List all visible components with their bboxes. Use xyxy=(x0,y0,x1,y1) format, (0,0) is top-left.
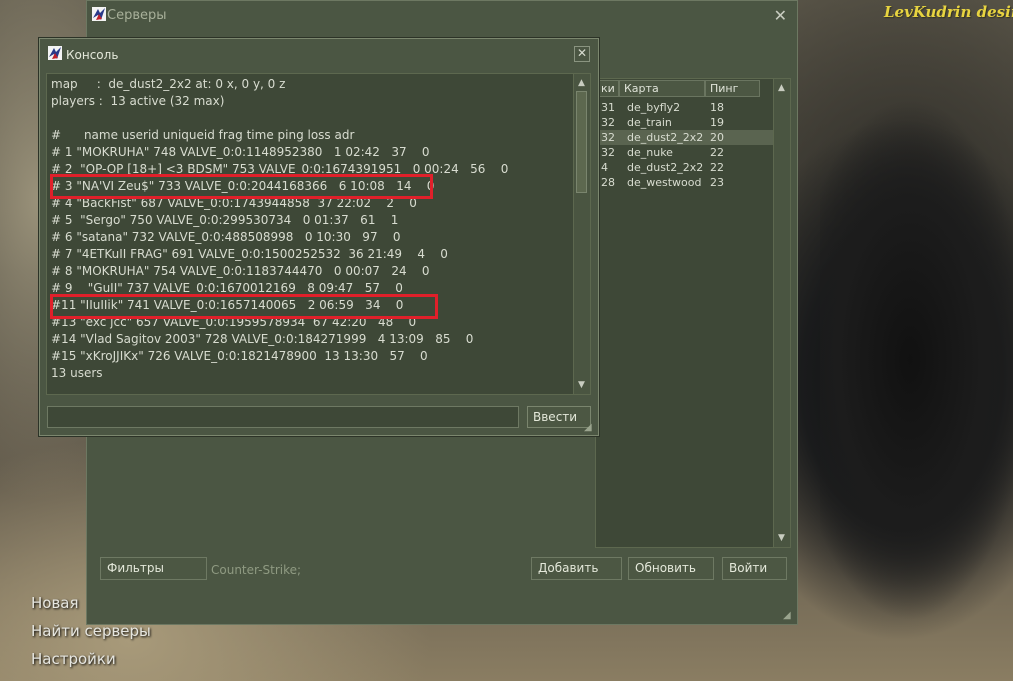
server-row[interactable]: 32 de_dust2_2x2 20 xyxy=(596,130,774,145)
console-window: Консоль ✕ map : de_dust2_2x2 at: 0 x, 0 … xyxy=(39,38,599,436)
scroll-down-icon[interactable]: ▼ xyxy=(776,532,787,544)
server-row[interactable]: 31 de_byfly2 18 xyxy=(596,100,774,115)
scroll-up-icon[interactable]: ▲ xyxy=(776,82,787,94)
server-map: de_nuke xyxy=(627,146,673,159)
menu-item-settings[interactable]: Настройки xyxy=(31,650,116,668)
servers-window-title: Серверы xyxy=(107,8,167,23)
server-map: de_dust2_2x2 xyxy=(627,131,704,144)
server-ping: 19 xyxy=(710,116,724,129)
console-line: #15 "xKroJJIKx" 726 VALVE_0:0:1821478900… xyxy=(51,349,428,363)
column-header-ping[interactable]: Пинг xyxy=(705,80,760,97)
server-players: 4 xyxy=(601,161,608,174)
scroll-down-icon[interactable]: ▼ xyxy=(576,379,587,391)
servers-close-icon[interactable]: ✕ xyxy=(774,6,787,25)
join-button[interactable]: Войти xyxy=(722,557,787,580)
console-close-icon[interactable]: ✕ xyxy=(574,46,590,62)
server-list-scrollbar[interactable]: ▲ ▼ xyxy=(773,79,790,547)
server-players: 31 xyxy=(601,101,615,114)
server-row[interactable]: 28 de_westwood 23 xyxy=(596,175,774,190)
server-row[interactable]: 32 de_train 19 xyxy=(596,115,774,130)
server-ping: 22 xyxy=(710,146,724,159)
add-button[interactable]: Добавить xyxy=(531,557,622,580)
resize-grip-icon[interactable]: ◢ xyxy=(584,422,596,434)
steam-logo-icon xyxy=(92,7,106,24)
console-line: map : de_dust2_2x2 at: 0 x, 0 y, 0 z xyxy=(51,77,286,91)
server-map: de_westwood xyxy=(627,176,702,189)
server-ping: 22 xyxy=(710,161,724,174)
server-row[interactable]: 32 de_nuke 22 xyxy=(596,145,774,160)
console-line: # 1 "MOKRUHA" 748 VALVE_0:0:1148952380 1… xyxy=(51,145,430,159)
scroll-thumb[interactable] xyxy=(576,91,587,193)
highlight-box xyxy=(50,294,438,319)
server-map: de_dust2_2x2 xyxy=(627,161,704,174)
column-header-players[interactable]: ки xyxy=(596,80,619,97)
console-line: #14 "Vlad Sagitov 2003" 728 VALVE_0:0:18… xyxy=(51,332,474,346)
console-line: # 8 "MOKRUHA" 754 VALVE_0:0:1183744470 0… xyxy=(51,264,430,278)
highlight-box xyxy=(50,174,433,199)
resize-grip-icon[interactable]: ◢ xyxy=(783,610,795,622)
filters-button[interactable]: Фильтры xyxy=(100,557,207,580)
console-scrollbar[interactable]: ▲ ▼ xyxy=(573,74,590,394)
server-players: 32 xyxy=(601,116,615,129)
steam-logo-icon xyxy=(48,46,62,63)
server-ping: 20 xyxy=(710,131,724,144)
server-list[interactable]: ки Карта Пинг 31 de_byfly2 18 32 de_train 19 3… xyxy=(595,78,791,548)
scroll-up-icon[interactable]: ▲ xyxy=(576,77,587,89)
server-players: 32 xyxy=(601,146,615,159)
console-command-input[interactable] xyxy=(47,406,519,428)
submit-button[interactable]: Ввести xyxy=(527,406,591,428)
server-ping: 23 xyxy=(710,176,724,189)
console-line: players : 13 active (32 max) xyxy=(51,94,225,108)
console-line: # 5 "Sergo" 750 VALVE_0:0:299530734 0 01… xyxy=(51,213,399,227)
menu-item-new[interactable]: Новая xyxy=(31,594,79,612)
console-title: Консоль xyxy=(66,48,119,62)
server-map: de_byfly2 xyxy=(627,101,681,114)
console-line: # 9 "GuII" 737 VALVE_0:0:1670012169 8 09… xyxy=(51,281,403,295)
server-map: de_train xyxy=(627,116,672,129)
console-line: # 6 "satana" 732 VALVE_0:0:488508998 0 1… xyxy=(51,230,401,244)
console-output: map : de_dust2_2x2 at: 0 x, 0 y, 0 z play… xyxy=(46,73,591,395)
game-filter-label: Counter-Strike; xyxy=(211,563,302,577)
console-line: 13 users xyxy=(51,366,103,380)
column-header-map[interactable]: Карта xyxy=(619,80,705,97)
background-character-art xyxy=(820,60,1013,660)
server-row[interactable]: 4 de_dust2_2x2 22 xyxy=(596,160,774,175)
refresh-button[interactable]: Обновить xyxy=(628,557,714,580)
server-ping: 18 xyxy=(710,101,724,114)
console-line: # 7 "4ETKuII FRAG" 691 VALVE_0:0:1500252… xyxy=(51,247,448,261)
server-players: 32 xyxy=(601,131,615,144)
server-players: 28 xyxy=(601,176,615,189)
brand-watermark: LevKudrin desing xyxy=(884,3,1013,21)
console-line: # name userid uniqueid frag time ping lo… xyxy=(51,128,355,142)
